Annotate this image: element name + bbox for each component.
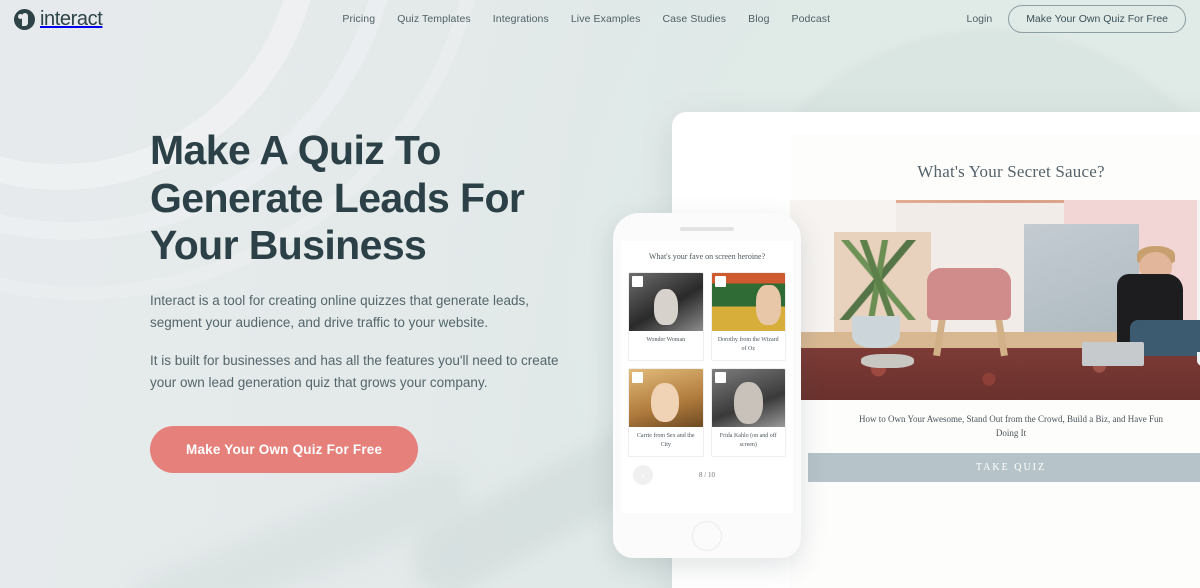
desktop-quiz-content: What's Your Secret Sauce? How to Own You… (790, 134, 1200, 588)
nav-item-live-examples[interactable]: Live Examples (571, 13, 641, 25)
quiz-option-label: Carrie from Sex and the City (636, 433, 695, 448)
phone-quiz-preview: What's your fave on screen heroine? Wond… (613, 213, 801, 558)
hero-cta-button[interactable]: Make Your Own Quiz For Free (150, 426, 419, 474)
hero-paragraph-2: It is built for businesses and has all t… (150, 353, 559, 391)
quiz-preview-subtitle: How to Own Your Awesome, Stand Out from … (859, 414, 1163, 439)
hero-copy: Make A Quiz To Generate Leads For Your B… (150, 127, 590, 474)
logo-text: interact (40, 7, 103, 30)
chevron-left-icon[interactable]: ‹ (633, 465, 653, 485)
quiz-option[interactable]: Carrie from Sex and the City (628, 368, 704, 457)
phone-home-button[interactable] (692, 521, 722, 551)
login-link[interactable]: Login (966, 13, 992, 25)
logo-link[interactable]: interact (14, 7, 103, 31)
take-quiz-button[interactable]: TAKE QUIZ (808, 452, 1200, 482)
phone-quiz-options: Wonder Woman Dorothy from the Wizard of … (621, 272, 793, 457)
nav-item-podcast[interactable]: Podcast (792, 13, 831, 25)
site-header: interact Pricing Quiz Templates Integrat… (0, 0, 1200, 38)
quiz-hero-photo (790, 200, 1200, 400)
phone-screen: What's your fave on screen heroine? Wond… (621, 241, 793, 513)
quiz-option[interactable]: Wonder Woman (628, 272, 704, 361)
carrie-thumbnail-icon (629, 369, 703, 427)
quiz-option-label: Dorothy from the Wizard of Oz (717, 337, 779, 352)
nav-item-pricing[interactable]: Pricing (342, 13, 375, 25)
nav-item-integrations[interactable]: Integrations (493, 13, 549, 25)
hero-paragraph-1: Interact is a tool for creating online q… (150, 292, 529, 330)
quiz-preview-title: What's Your Secret Sauce? (917, 162, 1105, 181)
option-checkbox[interactable] (632, 276, 643, 287)
phone-speaker (680, 227, 734, 231)
header-actions: Login Make Your Own Quiz For Free (966, 5, 1186, 33)
quiz-option[interactable]: Frida Kahlo (on and off screen) (710, 368, 786, 457)
main-navigation: Pricing Quiz Templates Integrations Live… (342, 13, 830, 25)
photo-plant (834, 240, 923, 320)
photo-shoes (860, 354, 914, 368)
photo-laptop (1081, 342, 1144, 366)
nav-item-quiz-templates[interactable]: Quiz Templates (397, 13, 471, 25)
quiz-option-label: Wonder Woman (646, 337, 686, 343)
nav-item-blog[interactable]: Blog (748, 13, 769, 25)
nav-item-case-studies[interactable]: Case Studies (662, 13, 726, 25)
wonder-woman-thumbnail-icon (629, 273, 703, 331)
interact-logo-icon (14, 8, 35, 30)
phone-quiz-footer: ‹ 8 / 10 (621, 457, 793, 485)
quiz-option[interactable]: Dorothy from the Wizard of Oz (710, 272, 786, 361)
phone-quiz-question: What's your fave on screen heroine? (648, 252, 766, 261)
quiz-option-label: Frida Kahlo (on and off screen) (719, 433, 777, 448)
option-checkbox[interactable] (714, 372, 726, 383)
header-cta-button[interactable]: Make Your Own Quiz For Free (1008, 5, 1186, 33)
photo-chair (927, 268, 1011, 320)
option-checkbox[interactable] (632, 372, 643, 383)
photo-plant-pot (851, 316, 901, 348)
wizard-of-oz-thumbnail-icon (711, 273, 785, 331)
option-checkbox[interactable] (714, 276, 726, 287)
frida-kahlo-thumbnail-icon (711, 369, 785, 427)
page-title: Make A Quiz To Generate Leads For Your B… (150, 127, 525, 269)
